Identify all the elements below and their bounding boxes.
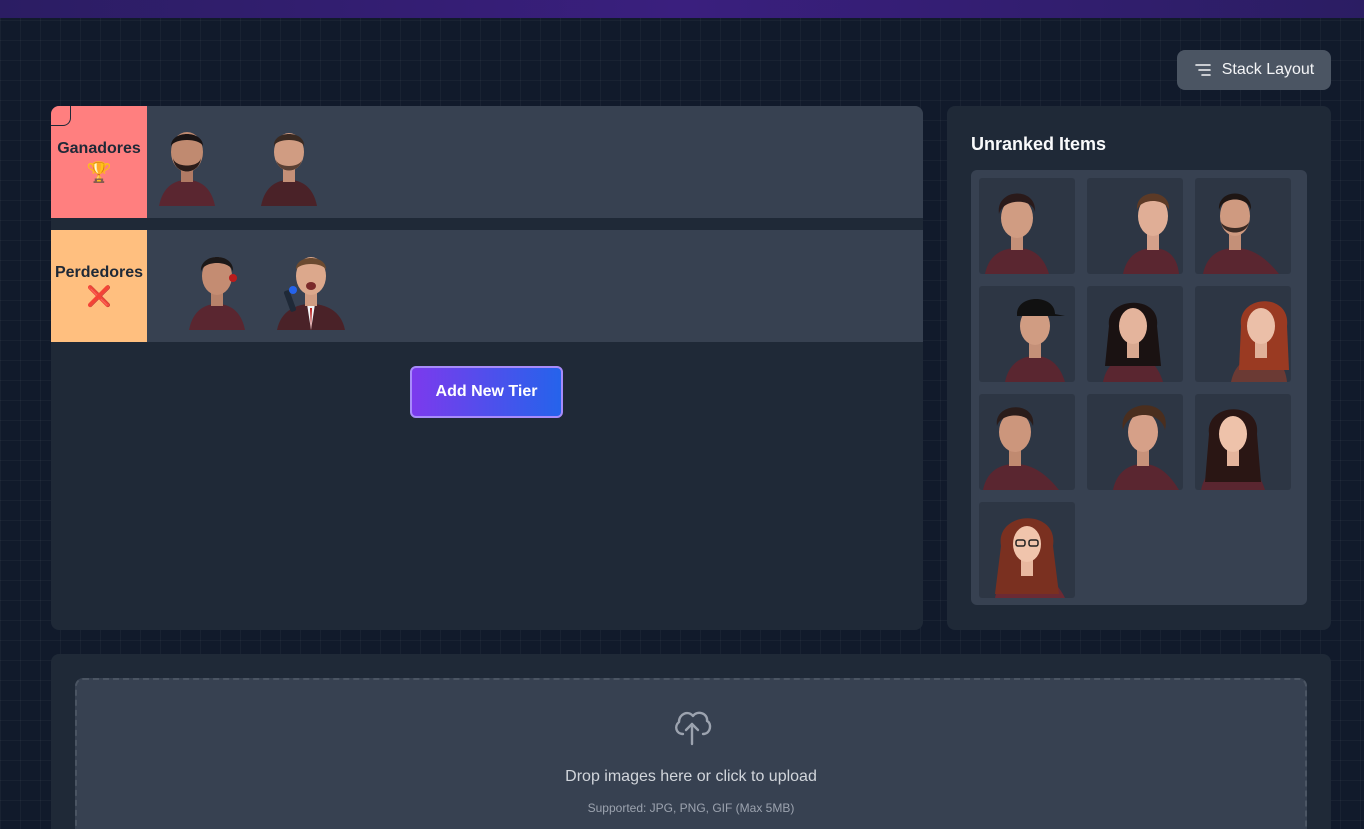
cross-mark-icon: ❌: [86, 286, 112, 308]
unranked-item[interactable]: [1195, 394, 1291, 490]
unranked-item[interactable]: [1195, 286, 1291, 382]
person-portrait-icon: [1113, 405, 1179, 490]
tier-item[interactable]: [273, 242, 349, 330]
person-portrait-icon: [277, 257, 345, 330]
unranked-item[interactable]: [1087, 286, 1183, 382]
unranked-item[interactable]: [979, 502, 1075, 598]
tier-items-ganadores[interactable]: [147, 106, 923, 218]
tier-label-text: Ganadores: [57, 140, 141, 157]
unranked-item[interactable]: [1195, 178, 1291, 274]
unranked-item[interactable]: [979, 178, 1075, 274]
image-dropzone[interactable]: Drop images here or click to upload Supp…: [75, 678, 1307, 829]
tier-settings-handle[interactable]: [51, 106, 71, 126]
add-new-tier-button[interactable]: Add New Tier: [410, 366, 563, 418]
upload-panel: Drop images here or click to upload Supp…: [51, 654, 1331, 829]
lines-icon: [1194, 64, 1211, 76]
person-portrait-icon: [985, 193, 1049, 274]
person-portrait-icon: [1201, 409, 1265, 490]
tier-row-ganadores: Ganadores 🏆: [51, 106, 923, 218]
stack-layout-label: Stack Layout: [1221, 61, 1315, 78]
tier-items-perdedores[interactable]: [147, 230, 923, 342]
dropzone-subtitle: Supported: JPG, PNG, GIF (Max 5MB): [587, 801, 795, 815]
unranked-item[interactable]: [979, 394, 1075, 490]
person-portrait-icon: [1123, 193, 1179, 274]
tier-item[interactable]: [185, 242, 249, 330]
unranked-item[interactable]: [979, 286, 1075, 382]
tier-label-text: Perdedores: [54, 264, 144, 281]
tier-row-perdedores: Perdedores ❌: [51, 230, 923, 342]
trophy-icon: 🏆: [86, 162, 112, 184]
unranked-title: Unranked Items: [971, 134, 1107, 154]
tier-label-perdedores[interactable]: Perdedores ❌: [51, 230, 147, 342]
person-portrait-icon: [1103, 302, 1163, 382]
person-portrait-icon: [983, 407, 1059, 490]
tier-board: Ganadores 🏆 Perdedores ❌ Add New Tier: [51, 106, 923, 630]
unranked-panel: Unranked Items: [947, 106, 1331, 630]
person-portrait-icon: [159, 132, 215, 206]
tier-item[interactable]: [155, 118, 219, 206]
tier-label-ganadores[interactable]: Ganadores 🏆: [51, 106, 147, 218]
person-portrait-icon: [1231, 301, 1289, 382]
unranked-item[interactable]: [1087, 394, 1183, 490]
person-portrait-icon: [261, 133, 317, 206]
unranked-item[interactable]: [1087, 178, 1183, 274]
tier-item[interactable]: [257, 118, 321, 206]
stack-layout-button[interactable]: Stack Layout: [1177, 50, 1331, 90]
top-banner: [0, 0, 1364, 18]
dropzone-title: Drop images here or click to upload: [565, 768, 817, 785]
cloud-upload-icon: [675, 711, 712, 746]
person-portrait-icon: [189, 257, 245, 330]
person-portrait-icon: [1005, 299, 1065, 382]
unranked-grid[interactable]: [971, 170, 1307, 605]
person-portrait-icon: [995, 518, 1065, 598]
person-portrait-icon: [1203, 193, 1279, 274]
